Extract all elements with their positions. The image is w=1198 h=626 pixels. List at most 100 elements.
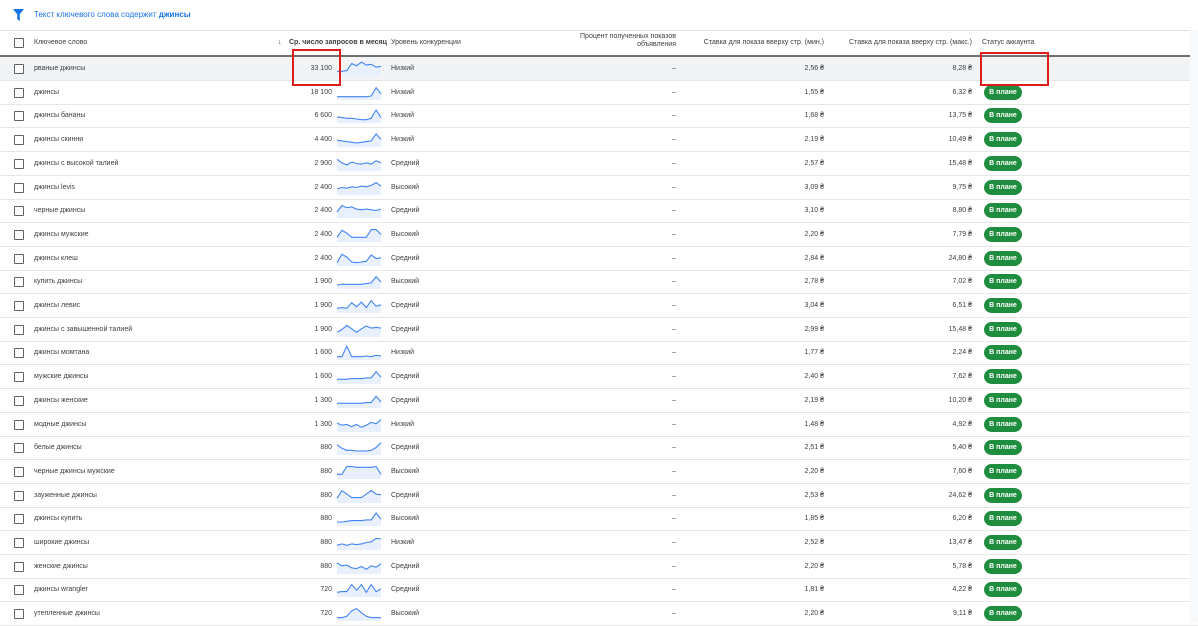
trend-sparkline[interactable] — [336, 250, 382, 267]
trend-sparkline[interactable] — [336, 131, 382, 148]
in-plan-badge[interactable]: В плане — [984, 416, 1022, 432]
table-row[interactable]: зауженные джинсы 880 Средний – 2,53 ₴ 24,62 ₴… — [0, 484, 1198, 508]
trend-sparkline[interactable] — [336, 321, 382, 338]
table-row[interactable]: широкие джинсы 880 Низкий – 2,52 ₴ 13,47 ₴ В п… — [0, 531, 1198, 555]
table-row[interactable]: джинсы levis 2 400 Высокий – 3,09 ₴ 9,75 ₴ В п… — [0, 176, 1198, 200]
row-checkbox[interactable] — [14, 466, 24, 477]
table-row[interactable]: джинсы купить 880 Высокий – 1,85 ₴ 6,20 ₴ В пл… — [0, 507, 1198, 532]
column-avg-monthly-searches[interactable]: Ср. число запросов в месяц — [289, 39, 387, 47]
trend-sparkline[interactable] — [336, 416, 382, 433]
column-account-status[interactable]: Статус аккаунта — [982, 39, 1034, 47]
row-checkbox[interactable] — [14, 206, 24, 217]
row-checkbox[interactable] — [14, 158, 24, 169]
table-row[interactable]: модные джинсы 1 300 Низкий – 1,48 ₴ 4,92 ₴ В п… — [0, 413, 1198, 437]
trend-sparkline[interactable] — [336, 297, 382, 314]
column-impression-share[interactable]: Процент полученных показов объявления — [560, 33, 676, 49]
trend-sparkline[interactable] — [336, 179, 382, 196]
table-row[interactable]: джинсы с завышенной талией 1 900 Средний – 2… — [0, 318, 1198, 342]
trend-sparkline[interactable] — [336, 510, 382, 527]
row-checkbox[interactable] — [14, 585, 24, 596]
row-checkbox[interactable] — [14, 277, 24, 288]
row-checkbox[interactable] — [14, 64, 24, 74]
table-row[interactable]: купить джинсы 1 900 Высокий – 2,78 ₴ 7,02 ₴ В … — [0, 270, 1198, 295]
row-checkbox[interactable] — [14, 182, 24, 193]
in-plan-badge[interactable]: В плане — [984, 108, 1022, 124]
trend-sparkline[interactable] — [336, 273, 382, 290]
in-plan-badge[interactable]: В плане — [984, 606, 1022, 622]
column-competition[interactable]: Уровень конкуренции — [391, 39, 461, 47]
in-plan-badge[interactable]: В плане — [984, 274, 1022, 290]
trend-sparkline[interactable] — [336, 107, 382, 124]
table-row[interactable]: джинсы бананы 6 600 Низкий – 1,68 ₴ 13,75 ₴ В … — [0, 104, 1198, 129]
row-checkbox[interactable] — [14, 229, 24, 240]
trend-sparkline[interactable] — [336, 605, 382, 622]
trend-sparkline[interactable] — [336, 581, 382, 598]
row-checkbox[interactable] — [14, 538, 24, 548]
table-row[interactable]: джинсы левис 1 900 Средний – 3,04 ₴ 6,51 ₴ В п… — [0, 294, 1198, 318]
row-checkbox[interactable] — [14, 111, 24, 122]
in-plan-badge[interactable]: В плане — [984, 345, 1022, 361]
table-row[interactable]: черные джинсы мужские 880 Высокий – 2,20 ₴ 7,… — [0, 460, 1198, 484]
trend-sparkline[interactable] — [336, 60, 382, 77]
in-plan-badge[interactable]: В плане — [984, 226, 1022, 242]
row-checkbox[interactable] — [14, 514, 24, 525]
table-row[interactable]: белые джинсы 880 Средний – 2,51 ₴ 5,40 ₴ В пла… — [0, 436, 1198, 461]
trend-sparkline[interactable] — [336, 226, 382, 243]
trend-sparkline[interactable] — [336, 84, 382, 101]
row-checkbox[interactable] — [14, 490, 24, 501]
in-plan-badge[interactable]: В плане — [984, 179, 1022, 195]
trend-sparkline[interactable] — [336, 487, 382, 504]
in-plan-badge[interactable]: В плане — [984, 440, 1022, 456]
trend-sparkline[interactable] — [336, 368, 382, 385]
column-keyword[interactable]: Ключевое слово — [34, 39, 87, 47]
trend-sparkline[interactable] — [336, 534, 382, 551]
row-checkbox[interactable] — [14, 372, 24, 383]
row-checkbox[interactable] — [14, 324, 24, 335]
table-row[interactable]: джинсы клеш 2 400 Средний – 2,84 ₴ 24,80 ₴ В п… — [0, 247, 1198, 271]
row-checkbox[interactable] — [14, 395, 24, 406]
trend-sparkline[interactable] — [336, 463, 382, 480]
table-row[interactable]: джинсы момтана 1 600 Низкий – 1,77 ₴ 2,24 ₴ В … — [0, 341, 1198, 366]
in-plan-badge[interactable]: В плане — [984, 535, 1022, 550]
in-plan-badge[interactable]: В плане — [984, 321, 1022, 337]
filter-chip[interactable]: Текст ключевого слова содержит джинсы — [34, 10, 191, 19]
column-bid-high[interactable]: Ставка для показа вверху стр. (макс.) — [832, 39, 972, 47]
column-bid-low[interactable]: Ставка для показа вверху стр. (мин.) — [694, 39, 824, 47]
in-plan-badge[interactable]: В плане — [984, 84, 1022, 100]
trend-sparkline[interactable] — [336, 439, 382, 456]
table-row[interactable]: джинсы женские 1 300 Средний – 2,19 ₴ 10,20 ₴… — [0, 389, 1198, 413]
in-plan-badge[interactable]: В плане — [984, 463, 1022, 479]
in-plan-badge[interactable]: В плане — [984, 132, 1022, 148]
in-plan-badge[interactable]: В плане — [984, 558, 1022, 574]
table-row[interactable]: джинсы с высокой талией 2 900 Средний – 2,57… — [0, 152, 1198, 176]
row-checkbox[interactable] — [14, 419, 24, 430]
sort-arrow-icon[interactable]: ↓ — [278, 39, 282, 47]
table-row[interactable]: утепленные джинсы 720 Высокий –2,20 ₴ 9,11 ₴… — [0, 602, 1198, 626]
table-row[interactable]: джинсы скинни 4 400 Низкий – 2,19 ₴ 10,49 ₴ В … — [0, 128, 1198, 153]
row-checkbox[interactable] — [14, 609, 24, 620]
row-checkbox[interactable] — [14, 135, 24, 146]
in-plan-badge[interactable]: В плане — [984, 155, 1022, 171]
row-checkbox[interactable] — [14, 301, 24, 311]
vertical-scrollbar[interactable] — [1190, 30, 1198, 622]
in-plan-badge[interactable]: В плане — [984, 582, 1022, 598]
row-checkbox[interactable] — [14, 561, 24, 572]
row-checkbox[interactable] — [14, 253, 24, 264]
row-checkbox[interactable] — [14, 348, 24, 359]
row-checkbox[interactable] — [14, 87, 24, 98]
table-row[interactable]: черные джинсы 2 400 Средний – 3,10 ₴ 8,80 ₴ В … — [0, 199, 1198, 224]
table-row[interactable]: джинсы wrangler 720 Средний – 1,81 ₴ 4,22 ₴ В … — [0, 578, 1198, 603]
in-plan-badge[interactable]: В плане — [984, 392, 1022, 408]
in-plan-badge[interactable]: В плане — [984, 298, 1022, 313]
in-plan-badge[interactable]: В плане — [984, 369, 1022, 385]
trend-sparkline[interactable] — [336, 344, 382, 361]
in-plan-badge[interactable]: В плане — [984, 203, 1022, 219]
trend-sparkline[interactable] — [336, 155, 382, 172]
in-plan-badge[interactable]: В плане — [984, 511, 1022, 527]
table-row[interactable]: женские джинсы 880 Средний – 2,20 ₴ 5,78 ₴ В п… — [0, 555, 1198, 579]
row-checkbox[interactable] — [14, 443, 24, 454]
trend-sparkline[interactable] — [336, 558, 382, 575]
select-all-checkbox[interactable] — [14, 38, 24, 48]
table-row[interactable]: мужские джинсы 1 600 Средний – 2,40 ₴ 7,62 ₴ В… — [0, 365, 1198, 390]
filter-icon[interactable] — [13, 9, 24, 21]
